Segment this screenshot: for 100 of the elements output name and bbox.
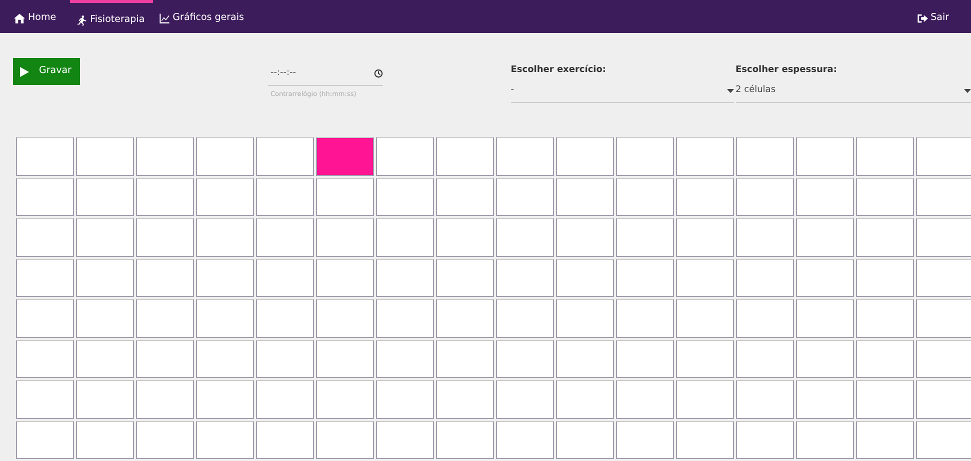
grid-cell[interactable] — [136, 299, 194, 338]
grid-cell[interactable] — [316, 218, 374, 256]
grid-cell[interactable] — [916, 218, 971, 256]
grid-cell[interactable] — [76, 178, 134, 216]
grid-cell[interactable] — [256, 178, 314, 216]
grid-cell[interactable] — [916, 299, 971, 338]
grid-cell[interactable] — [736, 137, 794, 176]
grid-cell[interactable] — [136, 340, 194, 378]
grid-cell[interactable] — [316, 258, 374, 297]
grid-cell[interactable] — [496, 340, 554, 378]
grid-cell[interactable] — [496, 137, 554, 176]
grid-cell[interactable] — [616, 178, 674, 216]
grid-cell[interactable] — [796, 137, 854, 176]
grid-cell[interactable] — [736, 420, 794, 459]
grid-cell[interactable] — [136, 258, 194, 297]
grid-cell[interactable] — [16, 137, 74, 176]
grid-cell[interactable] — [256, 137, 314, 176]
grid-cell[interactable] — [616, 299, 674, 338]
grid-cell[interactable] — [556, 218, 614, 256]
grid-cell[interactable] — [556, 299, 614, 338]
grid-cell[interactable] — [256, 420, 314, 459]
grid-cell[interactable] — [616, 340, 674, 378]
grid-cell[interactable] — [616, 218, 674, 256]
grid-cell[interactable] — [316, 380, 374, 418]
grid-cell[interactable] — [196, 137, 254, 176]
nav-link[interactable]: Home — [14, 0, 64, 33]
grid-cell[interactable] — [676, 340, 734, 378]
grid-cell[interactable] — [736, 340, 794, 378]
grid-cell[interactable] — [496, 299, 554, 338]
nav-link[interactable]: Fisioterapia — [70, 0, 153, 33]
grid-cell[interactable] — [196, 218, 254, 256]
grid-cell[interactable] — [196, 178, 254, 216]
grid-cell[interactable] — [376, 420, 434, 459]
grid-cell[interactable] — [196, 420, 254, 459]
grid-cell[interactable] — [436, 340, 494, 378]
grid-cell[interactable] — [736, 380, 794, 418]
grid-cell[interactable] — [616, 258, 674, 297]
grid-cell[interactable] — [856, 420, 914, 459]
grid-cell[interactable] — [316, 420, 374, 459]
grid-cell[interactable] — [16, 299, 74, 338]
grid-cell[interactable] — [76, 380, 134, 418]
grid-cell[interactable] — [256, 258, 314, 297]
grid-cell[interactable] — [436, 420, 494, 459]
grid-cell[interactable] — [496, 258, 554, 297]
grid-cell[interactable] — [16, 258, 74, 297]
grid-cell[interactable] — [496, 178, 554, 216]
grid-cell[interactable] — [796, 178, 854, 216]
grid-cell[interactable] — [316, 178, 374, 216]
grid-cell[interactable] — [136, 137, 194, 176]
grid-cell[interactable] — [136, 380, 194, 418]
grid-cell[interactable] — [796, 340, 854, 378]
grid-cell[interactable] — [556, 178, 614, 216]
record-button[interactable]: Gravar — [13, 58, 80, 85]
grid-cell[interactable] — [676, 299, 734, 338]
grid-cell[interactable] — [316, 299, 374, 338]
grid-cell[interactable] — [436, 299, 494, 338]
grid-cell[interactable] — [376, 340, 434, 378]
grid-cell[interactable] — [16, 420, 74, 459]
grid-cell[interactable] — [736, 178, 794, 216]
grid-cell[interactable] — [496, 420, 554, 459]
grid-cell[interactable] — [916, 178, 971, 216]
grid-cell[interactable] — [256, 380, 314, 418]
grid-cell[interactable] — [76, 299, 134, 338]
grid-cell[interactable] — [676, 137, 734, 176]
grid-cell[interactable] — [256, 340, 314, 378]
grid-cell[interactable] — [736, 258, 794, 297]
grid-cell[interactable] — [256, 299, 314, 338]
grid-cell[interactable] — [376, 258, 434, 297]
grid-cell[interactable] — [556, 137, 614, 176]
grid-cell[interactable] — [376, 178, 434, 216]
grid-cell[interactable] — [436, 178, 494, 216]
time-field[interactable]: --:--:-- — [268, 62, 383, 86]
grid-cell[interactable] — [616, 420, 674, 459]
grid-cell[interactable] — [916, 340, 971, 378]
grid-cell[interactable] — [676, 178, 734, 216]
grid-cell[interactable] — [556, 258, 614, 297]
grid-cell[interactable] — [196, 340, 254, 378]
grid-cell[interactable] — [136, 218, 194, 256]
grid-cell[interactable] — [616, 137, 674, 176]
grid-cell[interactable] — [76, 137, 134, 176]
grid-cell[interactable] — [856, 258, 914, 297]
grid-cell[interactable] — [196, 299, 254, 338]
grid-cell[interactable] — [16, 218, 74, 256]
grid-cell[interactable] — [676, 380, 734, 418]
grid-cell[interactable] — [856, 218, 914, 256]
grid-cell[interactable] — [76, 218, 134, 256]
grid-cell[interactable] — [796, 380, 854, 418]
grid-cell[interactable] — [796, 420, 854, 459]
grid-cell[interactable] — [856, 299, 914, 338]
grid-cell[interactable] — [916, 258, 971, 297]
grid-cell[interactable] — [556, 340, 614, 378]
grid-cell[interactable] — [616, 380, 674, 418]
grid-cell[interactable] — [16, 340, 74, 378]
grid-cell[interactable] — [556, 380, 614, 418]
grid-cell[interactable] — [856, 178, 914, 216]
grid-cell[interactable] — [76, 340, 134, 378]
grid-cell[interactable] — [196, 258, 254, 297]
grid-cell[interactable] — [376, 299, 434, 338]
grid-cell[interactable] — [376, 380, 434, 418]
grid-cell[interactable] — [736, 218, 794, 256]
